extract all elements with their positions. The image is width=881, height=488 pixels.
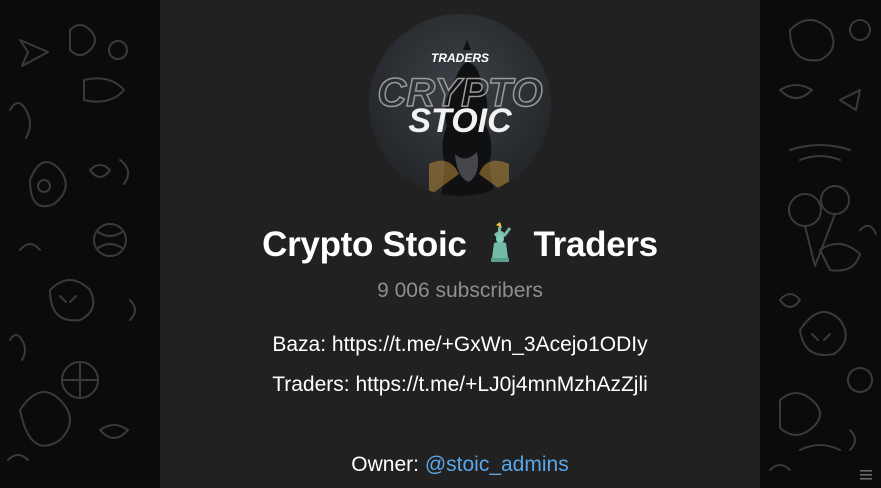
traders-link[interactable]: https://t.me/+LJ0j4mnMzhAzZjli (355, 373, 647, 396)
list-icon[interactable] (859, 468, 873, 482)
owner-mention-link[interactable]: @stoic_admins (425, 453, 569, 476)
baza-link[interactable]: https://t.me/+GxWn_3Acejo1ODIy (332, 333, 648, 356)
channel-avatar-image: TRADERS CRYPTO STOIC (369, 14, 551, 196)
traders-label: Traders: (272, 373, 356, 396)
baza-label: Baza: (272, 333, 332, 356)
channel-info-card: TRADERS CRYPTO STOIC Crypto Stoic Trader… (160, 0, 760, 488)
channel-title: Crypto Stoic Traders (160, 222, 760, 265)
owner-line: Owner: @stoic_admins (160, 445, 760, 485)
channel-avatar[interactable]: TRADERS CRYPTO STOIC (369, 14, 551, 196)
subscriber-count: 9 006 subscribers (377, 279, 543, 302)
traders-link-line: Traders: https://t.me/+LJ0j4mnMzhAzZjli (160, 365, 760, 405)
channel-description: Baza: https://t.me/+GxWn_3Acejo1ODIy Tra… (160, 325, 760, 485)
statue-of-liberty-icon (491, 222, 512, 262)
channel-title-part2: Traders (533, 225, 658, 264)
avatar-badge-text: TRADERS (431, 51, 489, 65)
baza-link-line: Baza: https://t.me/+GxWn_3Acejo1ODIy (160, 325, 760, 365)
channel-title-part1: Crypto Stoic (262, 225, 467, 264)
owner-label: Owner: (351, 453, 425, 476)
avatar-main-text: STOIC (408, 102, 512, 140)
